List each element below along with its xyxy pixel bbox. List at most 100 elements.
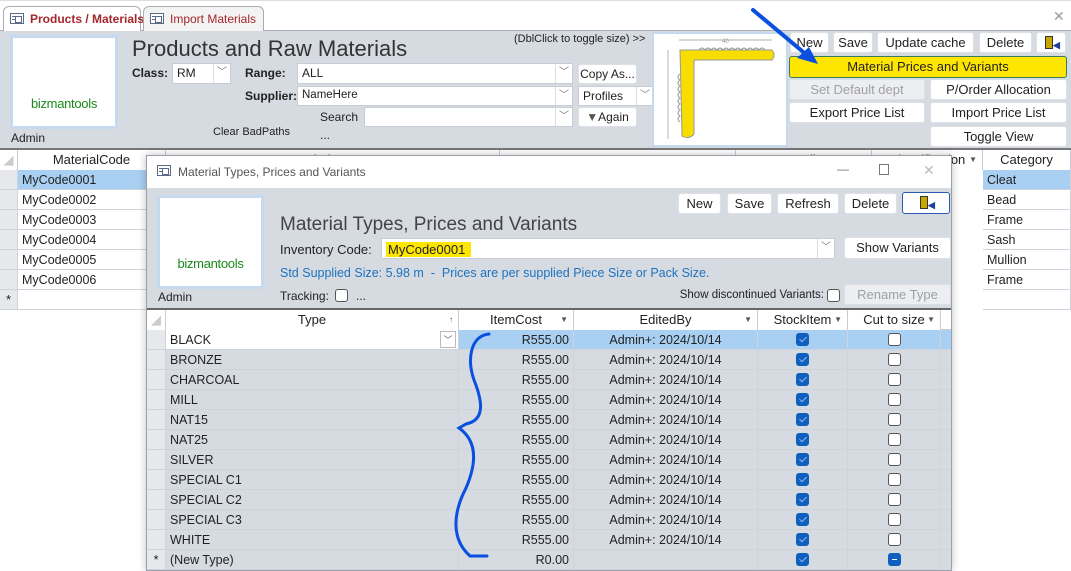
- edited-by-cell[interactable]: Admin+: 2024/10/14: [574, 490, 758, 510]
- chevron-down-icon[interactable]: ﹀: [555, 108, 572, 126]
- search-input[interactable]: ﹀: [364, 107, 573, 127]
- item-cost-cell[interactable]: R555.00: [459, 450, 574, 470]
- item-cost-cell[interactable]: R555.00: [459, 330, 574, 350]
- select-all-corner[interactable]: ◢: [147, 310, 166, 330]
- material-code-cell[interactable]: MyCode0006: [18, 270, 148, 290]
- update-cache-button[interactable]: Update cache: [877, 32, 974, 53]
- material-code-cell[interactable]: MyCode0001: [18, 170, 148, 190]
- inventory-code-combo[interactable]: MyCode0001 ﹀: [381, 238, 835, 259]
- row-selector[interactable]: [0, 230, 18, 250]
- edited-by-cell[interactable]: Admin+: 2024/10/14: [574, 350, 758, 370]
- row-selector[interactable]: [0, 210, 18, 230]
- exit-button[interactable]: ◀: [902, 192, 950, 214]
- cut-to-size-checkbox[interactable]: [887, 513, 901, 526]
- new-row-marker[interactable]: *: [0, 290, 18, 310]
- dropdown-arrow-icon[interactable]: ▼: [744, 310, 752, 329]
- type-cell[interactable]: WHITE: [166, 530, 459, 550]
- type-cell[interactable]: BRONZE: [166, 350, 459, 370]
- type-cell[interactable]: NAT25: [166, 430, 459, 450]
- column-header-editedby[interactable]: EditedBy ▼: [574, 310, 758, 330]
- column-header-cut-to-size[interactable]: Cut to size ▼: [848, 310, 941, 330]
- tab-products-materials[interactable]: Products / Materials: [3, 6, 144, 33]
- toggle-size-hint[interactable]: (DblClick to toggle size) >>: [514, 33, 645, 45]
- edited-by-cell[interactable]: Admin+: 2024/10/14: [574, 330, 758, 350]
- category-cell[interactable]: Frame: [983, 270, 1071, 290]
- supplier-combo[interactable]: NameHere ﹀: [297, 86, 573, 106]
- item-cost-cell[interactable]: R555.00: [459, 390, 574, 410]
- type-cell[interactable]: CHARCOAL: [166, 370, 459, 390]
- delete-button[interactable]: Delete: [979, 32, 1032, 53]
- cut-to-size-checkbox[interactable]: [887, 473, 901, 486]
- type-cell[interactable]: SPECIAL C2: [166, 490, 459, 510]
- item-cost-cell[interactable]: R555.00: [459, 430, 574, 450]
- set-default-dept-button[interactable]: Set Default dept: [789, 79, 925, 100]
- type-cell[interactable]: MILL: [166, 390, 459, 410]
- row-selector[interactable]: [147, 470, 166, 490]
- clear-badpaths-link[interactable]: Clear BadPaths: [213, 126, 290, 138]
- chevron-down-icon[interactable]: ﹀: [555, 64, 572, 83]
- minimize-icon[interactable]: —: [837, 162, 849, 176]
- item-cost-cell[interactable]: R555.00: [459, 510, 574, 530]
- new-row-cell[interactable]: [983, 290, 1071, 310]
- item-cost-cell[interactable]: R555.00: [459, 370, 574, 390]
- stock-item-checkbox[interactable]: [796, 473, 809, 486]
- row-selector[interactable]: [147, 530, 166, 550]
- type-cell[interactable]: BLACK ﹀: [166, 330, 459, 350]
- edited-by-cell[interactable]: Admin+: 2024/10/14: [574, 470, 758, 490]
- new-type-cell[interactable]: (New Type): [166, 550, 459, 570]
- type-cell[interactable]: SPECIAL C1: [166, 470, 459, 490]
- stock-item-checkbox[interactable]: [796, 513, 809, 526]
- material-code-cell[interactable]: MyCode0003: [18, 210, 148, 230]
- row-selector[interactable]: [147, 410, 166, 430]
- category-cell[interactable]: Mullion: [983, 250, 1071, 270]
- row-selector[interactable]: [0, 270, 18, 290]
- row-selector[interactable]: [147, 350, 166, 370]
- row-selector[interactable]: [147, 430, 166, 450]
- range-combo[interactable]: ALL ﹀: [297, 63, 573, 84]
- chevron-down-icon[interactable]: ﹀: [817, 239, 834, 258]
- stock-item-checkbox[interactable]: [796, 373, 809, 386]
- row-selector[interactable]: [147, 390, 166, 410]
- dropdown-arrow-icon[interactable]: ▼: [969, 150, 977, 169]
- export-price-list-button[interactable]: Export Price List: [789, 102, 925, 123]
- tab-import-materials[interactable]: Import Materials: [143, 6, 264, 32]
- row-selector[interactable]: [0, 170, 18, 190]
- row-selector[interactable]: [0, 250, 18, 270]
- cut-to-size-checkbox[interactable]: [887, 353, 901, 366]
- column-header-category[interactable]: Category: [983, 150, 1071, 170]
- edited-by-cell[interactable]: Admin+: 2024/10/14: [574, 410, 758, 430]
- row-selector[interactable]: [147, 370, 166, 390]
- edited-by-cell[interactable]: Admin+: 2024/10/14: [574, 370, 758, 390]
- chevron-down-icon[interactable]: ﹀: [440, 331, 456, 348]
- refresh-button[interactable]: Refresh: [777, 193, 839, 214]
- column-header-type[interactable]: Type ↑: [166, 310, 459, 330]
- save-button[interactable]: Save: [833, 32, 873, 53]
- stock-item-checkbox[interactable]: [796, 433, 809, 446]
- new-edited-by-cell[interactable]: [574, 550, 758, 570]
- material-code-cell[interactable]: MyCode0004: [18, 230, 148, 250]
- cut-to-size-checkbox[interactable]: [887, 493, 901, 506]
- tracking-checkbox[interactable]: [335, 289, 348, 302]
- save-type-button[interactable]: Save: [727, 193, 772, 214]
- edited-by-cell[interactable]: Admin+: 2024/10/14: [574, 430, 758, 450]
- new-type-button[interactable]: New: [678, 193, 721, 214]
- import-price-list-button[interactable]: Import Price List: [930, 102, 1067, 123]
- chevron-down-icon[interactable]: ﹀: [213, 64, 230, 83]
- edited-by-cell[interactable]: Admin+: 2024/10/14: [574, 450, 758, 470]
- dropdown-arrow-icon[interactable]: ▼: [560, 310, 568, 329]
- edited-by-cell[interactable]: Admin+: 2024/10/14: [574, 530, 758, 550]
- stock-item-checkbox[interactable]: [796, 553, 809, 566]
- category-cell[interactable]: Frame: [983, 210, 1071, 230]
- material-code-cell[interactable]: MyCode0005: [18, 250, 148, 270]
- porder-allocation-button[interactable]: P/Order Allocation: [930, 79, 1067, 100]
- item-cost-cell[interactable]: R555.00: [459, 490, 574, 510]
- type-cell[interactable]: SPECIAL C3: [166, 510, 459, 530]
- maximize-icon[interactable]: [879, 164, 889, 175]
- item-cost-cell[interactable]: R555.00: [459, 410, 574, 430]
- row-selector[interactable]: [147, 510, 166, 530]
- column-header-stockitem[interactable]: StockItem ▼: [758, 310, 848, 330]
- new-item-cost-cell[interactable]: R0.00: [459, 550, 574, 570]
- row-selector[interactable]: [147, 490, 166, 510]
- category-cell[interactable]: Bead: [983, 190, 1071, 210]
- cut-to-size-checkbox[interactable]: [887, 553, 901, 566]
